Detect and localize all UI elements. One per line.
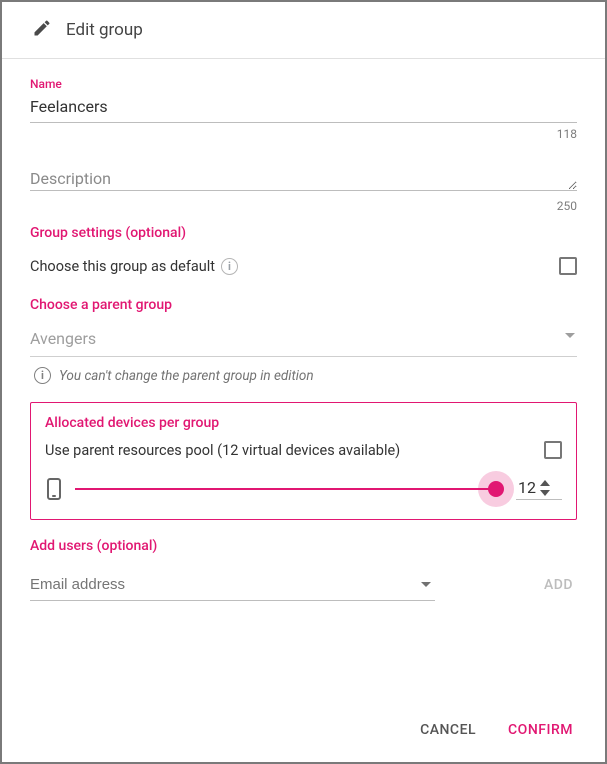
- description-input[interactable]: [30, 165, 577, 191]
- parent-group-select[interactable]: Avengers: [30, 323, 577, 357]
- add-users-title: Add users (optional): [30, 538, 577, 554]
- name-counter: 118: [30, 127, 577, 141]
- parent-group-note: You can't change the parent group in edi…: [59, 368, 314, 384]
- name-field: Name 118: [30, 77, 577, 141]
- dialog-footer: CANCEL CONFIRM: [2, 702, 605, 762]
- name-label: Name: [30, 77, 577, 91]
- dialog-title: Edit group: [66, 20, 143, 40]
- slider-track: [75, 488, 502, 490]
- default-group-row: Choose this group as default i: [30, 251, 577, 285]
- stepper-down-icon[interactable]: [540, 490, 550, 496]
- allocated-pool-label: Use parent resources pool (12 virtual de…: [45, 442, 400, 459]
- dialog-body: Name 118 250 Group settings (optional) C…: [2, 59, 605, 702]
- allocated-stepper: 12: [516, 478, 562, 500]
- edit-icon: [32, 18, 52, 42]
- info-icon: i: [34, 367, 51, 384]
- allocated-title: Allocated devices per group: [45, 415, 562, 431]
- add-users-row: ADD: [30, 570, 577, 601]
- chevron-down-icon[interactable]: [421, 582, 431, 587]
- dialog-header: Edit group: [2, 2, 605, 59]
- group-settings-title: Group settings (optional): [30, 225, 577, 241]
- allocated-slider-row: 12: [45, 475, 562, 503]
- stepper-up-icon[interactable]: [540, 480, 550, 486]
- description-counter: 250: [30, 199, 577, 213]
- email-input[interactable]: [30, 570, 435, 601]
- default-group-label: Choose this group as default: [30, 258, 215, 275]
- allocated-pool-checkbox[interactable]: [544, 441, 562, 459]
- name-input[interactable]: [30, 93, 577, 123]
- allocated-devices-section: Allocated devices per group Use parent r…: [30, 402, 577, 520]
- confirm-button[interactable]: CONFIRM: [504, 716, 577, 744]
- chevron-down-icon: [565, 333, 575, 338]
- parent-group-title: Choose a parent group: [30, 297, 577, 313]
- allocated-value: 12: [516, 478, 538, 497]
- allocated-pool-row: Use parent resources pool (12 virtual de…: [45, 441, 562, 463]
- edit-group-dialog: Edit group Name 118 250 Group settings (…: [2, 2, 605, 762]
- allocated-slider[interactable]: [75, 475, 502, 503]
- cancel-button[interactable]: CANCEL: [416, 716, 480, 744]
- phone-icon: [47, 478, 61, 500]
- default-group-checkbox[interactable]: [559, 257, 577, 275]
- email-field: [30, 570, 435, 601]
- description-field: 250: [30, 165, 577, 213]
- parent-group-note-row: i You can't change the parent group in e…: [30, 367, 577, 384]
- parent-group-select-wrap: Avengers: [30, 323, 577, 357]
- info-icon[interactable]: i: [221, 258, 238, 275]
- add-button[interactable]: ADD: [540, 571, 577, 601]
- slider-thumb[interactable]: [488, 481, 504, 497]
